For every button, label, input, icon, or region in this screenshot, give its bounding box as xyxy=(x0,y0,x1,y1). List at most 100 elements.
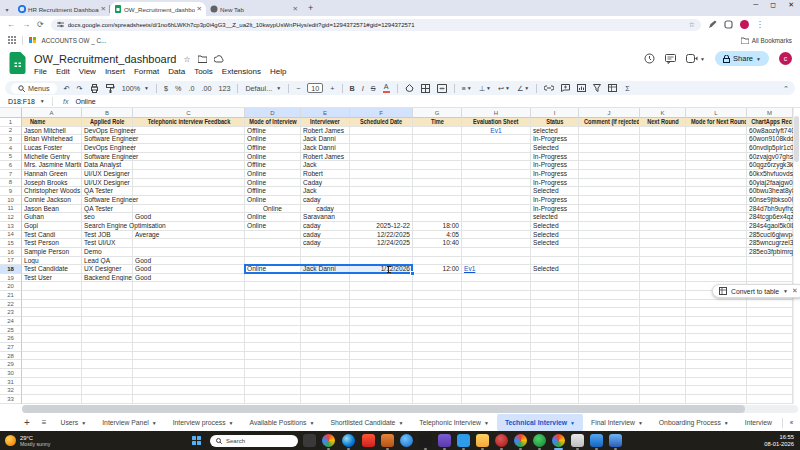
cell-E18[interactable]: Jack Danni xyxy=(301,265,350,274)
cell-H13[interactable] xyxy=(462,222,531,231)
row-header-7[interactable]: 7 xyxy=(0,170,22,179)
cell-C14[interactable]: Average xyxy=(133,231,245,240)
cell-A19[interactable]: Test User xyxy=(22,274,82,283)
cell-I32[interactable] xyxy=(531,386,579,395)
cell-D17[interactable] xyxy=(245,257,301,266)
cell-A1[interactable]: Name xyxy=(22,118,82,127)
cell-A28[interactable] xyxy=(22,352,82,361)
cell-A2[interactable]: Jason Mitchell xyxy=(22,127,82,136)
cell-L23[interactable] xyxy=(686,308,747,317)
sheet-tab-interview-panel[interactable]: Interview Panel▼ xyxy=(94,414,164,431)
cell-I33[interactable] xyxy=(531,395,579,404)
cell-F6[interactable] xyxy=(350,161,413,170)
borders-icon[interactable] xyxy=(421,84,430,93)
grid-corner[interactable] xyxy=(0,108,22,118)
all-bookmarks[interactable]: All Bookmarks xyxy=(741,37,792,44)
cell-J17[interactable] xyxy=(579,257,640,266)
cell-D2[interactable]: Offline xyxy=(245,127,301,136)
cell-K16[interactable] xyxy=(640,248,686,257)
taskbar-icon-app-purple[interactable] xyxy=(438,434,451,447)
column-header-C[interactable]: C xyxy=(133,108,245,118)
insert-link-icon[interactable] xyxy=(544,85,554,91)
cell-A33[interactable] xyxy=(22,395,82,404)
cell-E17[interactable] xyxy=(301,257,350,266)
text-wrap-icon[interactable]: ↩▼ xyxy=(498,84,510,93)
cell-K31[interactable] xyxy=(640,378,686,387)
add-sheet-icon[interactable]: + xyxy=(24,417,30,428)
tab-close-icon[interactable]: ✕ xyxy=(293,5,298,13)
redo-icon[interactable]: ↷ xyxy=(77,84,83,93)
cell-D7[interactable]: Online xyxy=(245,170,301,179)
cell-C25[interactable] xyxy=(133,326,245,335)
cell-L4[interactable] xyxy=(686,144,747,153)
cell-J7[interactable] xyxy=(579,170,640,179)
taskbar-icon-app-blue-globe[interactable] xyxy=(400,434,413,447)
cell-I21[interactable] xyxy=(531,291,579,300)
cell-G3[interactable] xyxy=(413,135,462,144)
cell-M11[interactable]: 284d7bh9uyfhg80 xyxy=(747,205,793,214)
horizontal-align-icon[interactable]: ≡▼ xyxy=(462,84,472,93)
cell-K20[interactable] xyxy=(640,282,686,291)
cell-H25[interactable] xyxy=(462,326,531,335)
cell-H17[interactable] xyxy=(462,257,531,266)
cell-A6[interactable]: Mrs. Jasmine Martin xyxy=(22,161,82,170)
cell-I22[interactable] xyxy=(531,300,579,309)
bold-icon[interactable]: B xyxy=(350,84,355,93)
cell-M33[interactable] xyxy=(747,395,793,404)
menu-help[interactable]: Help xyxy=(270,67,286,76)
cell-I23[interactable] xyxy=(531,308,579,317)
cell-G29[interactable] xyxy=(413,360,462,369)
cell-L18[interactable] xyxy=(686,265,747,274)
cell-F17[interactable] xyxy=(350,257,413,266)
cell-J18[interactable] xyxy=(579,265,640,274)
cell-E6[interactable]: Jack xyxy=(301,161,350,170)
cell-H26[interactable] xyxy=(462,334,531,343)
row-header-22[interactable]: 22 xyxy=(0,300,22,309)
cell-B16[interactable]: Demo xyxy=(82,248,133,257)
browser-tab-3[interactable]: New Tab ✕ xyxy=(206,2,302,16)
window-minimize-button[interactable]: ─ xyxy=(753,1,758,9)
cell-L27[interactable] xyxy=(686,343,747,352)
cell-A11[interactable]: Jason Bean xyxy=(22,205,82,214)
convert-to-table-popup[interactable]: Convert to table ▼ ✕ xyxy=(712,284,800,298)
cell-D11[interactable]: Online xyxy=(245,205,301,214)
cell-B18[interactable]: UX Designer xyxy=(82,265,133,274)
cell-K1[interactable]: Next Round xyxy=(640,118,686,127)
cell-F25[interactable] xyxy=(350,326,413,335)
cell-L9[interactable] xyxy=(686,187,747,196)
cell-C30[interactable] xyxy=(133,369,245,378)
comment-history-icon[interactable] xyxy=(665,54,676,64)
cell-G22[interactable] xyxy=(413,300,462,309)
cell-H27[interactable] xyxy=(462,343,531,352)
cell-L30[interactable] xyxy=(686,369,747,378)
cell-D28[interactable] xyxy=(245,352,301,361)
cell-K7[interactable] xyxy=(640,170,686,179)
cell-B25[interactable] xyxy=(82,326,133,335)
sheet-tab-users[interactable]: Users▼ xyxy=(53,414,95,431)
cell-A13[interactable]: Gopi xyxy=(22,222,82,231)
fill-color-icon[interactable] xyxy=(405,84,414,93)
insert-chart-icon[interactable] xyxy=(577,84,586,92)
cell-C8[interactable] xyxy=(133,179,245,188)
cell-I3[interactable]: In-Progress xyxy=(531,135,579,144)
row-header-11[interactable]: 11 xyxy=(0,205,22,214)
convert-dropdown-icon[interactable]: ▼ xyxy=(783,288,788,294)
vertical-align-icon[interactable]: ⊥▼ xyxy=(479,84,491,93)
cell-A22[interactable] xyxy=(22,300,82,309)
apps-grid-icon[interactable] xyxy=(8,36,16,44)
cell-B22[interactable] xyxy=(82,300,133,309)
cell-I11[interactable]: In-Progress xyxy=(531,205,579,214)
star-icon[interactable]: ☆ xyxy=(183,55,190,64)
cell-L2[interactable] xyxy=(686,127,747,136)
taskbar-icon-edge[interactable] xyxy=(342,434,355,447)
cell-K5[interactable] xyxy=(640,153,686,162)
cell-L26[interactable] xyxy=(686,334,747,343)
cell-I2[interactable]: selected xyxy=(531,127,579,136)
forward-icon[interactable]: → xyxy=(22,20,30,29)
increase-decimal-icon[interactable]: .00 xyxy=(201,84,211,93)
cell-J1[interactable]: Comment (If rejected) xyxy=(579,118,640,127)
cell-H2[interactable]: Ev1 xyxy=(462,127,531,136)
cell-I26[interactable] xyxy=(531,334,579,343)
cell-B12[interactable]: seo xyxy=(82,213,133,222)
taskbar-clock[interactable]: 16:55 08-01-2026 xyxy=(764,434,794,447)
